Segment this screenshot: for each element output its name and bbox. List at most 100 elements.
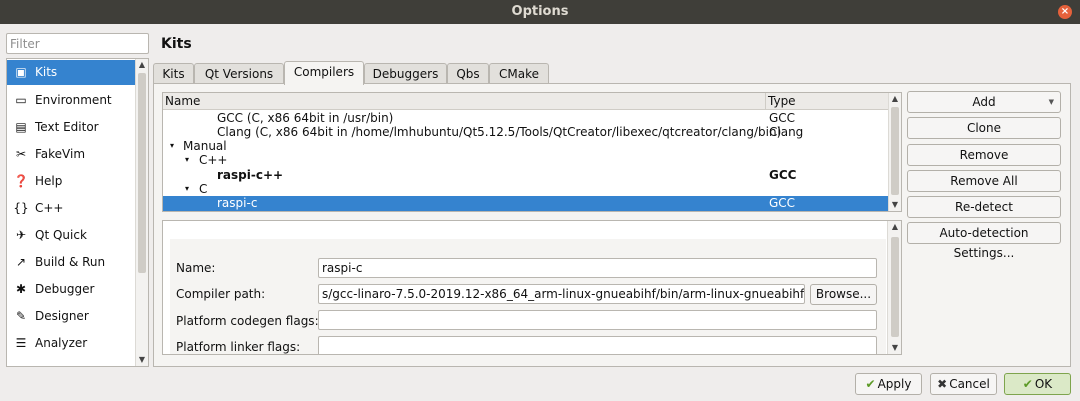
compiler-path-label: Compiler path:: [176, 287, 266, 301]
tab-kits[interactable]: Kits: [153, 63, 194, 84]
tree-row-c[interactable]: ▾ C: [163, 182, 889, 196]
expand-arrow-icon[interactable]: ▾: [185, 153, 189, 167]
title-bar: Options ×: [0, 0, 1080, 24]
details-scrollbar[interactable]: ▲ ▼: [887, 221, 901, 354]
tab-qbs[interactable]: Qbs: [447, 63, 489, 84]
analyzer-icon: ☰: [15, 336, 27, 350]
name-label: Name:: [176, 261, 216, 275]
sidebar-item-label: Text Editor: [35, 120, 99, 134]
compiler-name: raspi-c: [217, 196, 258, 210]
tab-cmake[interactable]: CMake: [489, 63, 549, 84]
sidebar-item-label: Help: [35, 174, 63, 188]
sidebar-item-debugger[interactable]: ✱ Debugger: [7, 277, 137, 302]
close-icon[interactable]: ×: [1058, 5, 1072, 19]
page-title: Kits: [161, 36, 192, 52]
auto-detection-settings-button[interactable]: Auto-detection Settings...: [907, 222, 1061, 260]
sidebar-item-label: Designer: [35, 309, 89, 323]
add-button[interactable]: Add ▼: [907, 91, 1061, 113]
sidebar-item-help[interactable]: ❓ Help: [7, 169, 137, 194]
browse-button[interactable]: Browse...: [810, 284, 877, 305]
sidebar-item-label: Qt Quick: [35, 228, 87, 242]
sidebar-scrollbar[interactable]: ▲ ▼: [135, 59, 148, 366]
sidebar-item-fakevim[interactable]: ✂ FakeVim: [7, 142, 137, 167]
expand-arrow-icon[interactable]: ▾: [170, 139, 174, 153]
sidebar-item-environment[interactable]: ▭ Environment: [7, 88, 137, 113]
checkmark-icon: ✔: [865, 377, 876, 391]
sidebar-item-text-editor[interactable]: ▤ Text Editor: [7, 115, 137, 140]
cross-icon: ✖: [937, 377, 948, 391]
compiler-name: raspi-c++: [217, 168, 284, 182]
scrollbar-thumb[interactable]: [891, 237, 899, 337]
tab-debuggers[interactable]: Debuggers: [364, 63, 447, 84]
tree-row-manual[interactable]: ▾ Manual: [163, 139, 889, 153]
sidebar-item-label: Kits: [35, 65, 58, 79]
dropdown-arrow-icon: ▼: [1048, 98, 1054, 106]
compiler-type: GCC: [769, 168, 797, 182]
cancel-label: Cancel: [949, 377, 990, 391]
sidebar-item-label: Build & Run: [35, 255, 106, 269]
group-name: C++: [199, 153, 228, 167]
filter-input[interactable]: [6, 33, 149, 54]
tree-row[interactable]: GCC (C, x86 64bit in /usr/bin) GCC: [163, 111, 889, 125]
monitor-icon: ▣: [15, 65, 27, 79]
sidebar-item-designer[interactable]: ✎ Designer: [7, 304, 137, 329]
sidebar-item-label: FakeVim: [35, 147, 86, 161]
codegen-flags-label: Platform codegen flags:: [176, 314, 319, 328]
remove-button[interactable]: Remove: [907, 144, 1061, 166]
apply-label: Apply: [877, 377, 912, 391]
compiler-name: GCC (C, x86 64bit in /usr/bin): [217, 111, 394, 125]
tree-row[interactable]: raspi-c++ GCC: [163, 168, 889, 182]
expand-arrow-icon[interactable]: ▾: [185, 182, 189, 196]
scroll-down-icon[interactable]: ▼: [889, 342, 901, 354]
scroll-down-icon[interactable]: ▼: [136, 354, 148, 366]
tab-qt-versions[interactable]: Qt Versions: [194, 63, 284, 84]
cancel-button[interactable]: ✖ Cancel: [930, 373, 997, 395]
compiler-name: Clang (C, x86 64bit in /home/lmhubuntu/Q…: [217, 125, 782, 139]
sidebar-item-label: C++: [35, 201, 64, 215]
window-title: Options: [511, 4, 569, 19]
name-field[interactable]: raspi-c: [318, 258, 877, 278]
compiler-details: Name: raspi-c Compiler path: s/gcc-linar…: [162, 220, 902, 355]
sidebar-item-label: Environment: [35, 93, 112, 107]
sidebar-item-qt-quick[interactable]: ✈ Qt Quick: [7, 223, 137, 248]
tree-scrollbar[interactable]: ▲ ▼: [888, 93, 901, 211]
tab-compilers[interactable]: Compilers: [284, 61, 364, 85]
tree-row[interactable]: Clang (C, x86 64bit in /home/lmhubuntu/Q…: [163, 125, 889, 139]
add-button-label: Add: [972, 95, 996, 109]
sidebar-item-label: Analyzer: [35, 336, 88, 350]
column-header-type[interactable]: Type: [768, 94, 796, 108]
sidebar-item-cpp[interactable]: {} C++: [7, 196, 137, 221]
sidebar-item-analyzer[interactable]: ☰ Analyzer: [7, 331, 137, 356]
help-icon: ❓: [13, 174, 29, 188]
scroll-up-icon[interactable]: ▲: [889, 221, 901, 233]
compiler-type: GCC: [769, 111, 796, 125]
scroll-up-icon[interactable]: ▲: [136, 59, 148, 71]
tree-header: Name Type: [163, 93, 889, 110]
group-name: C: [199, 182, 208, 196]
scroll-up-icon[interactable]: ▲: [889, 93, 901, 105]
redetect-button[interactable]: Re-detect: [907, 196, 1061, 218]
codegen-flags-field[interactable]: [318, 310, 877, 330]
tree-row-cpp[interactable]: ▾ C++: [163, 153, 889, 167]
scroll-down-icon[interactable]: ▼: [889, 199, 901, 211]
linker-flags-field[interactable]: [318, 336, 877, 354]
category-sidebar: ▣ Kits ▭ Environment ▤ Text Editor ✂ Fak…: [6, 58, 149, 367]
compiler-type: Clang: [769, 125, 804, 139]
tree-row-selected[interactable]: raspi-c GCC: [163, 196, 889, 211]
remove-all-button[interactable]: Remove All: [907, 170, 1061, 192]
scrollbar-thumb[interactable]: [891, 107, 899, 195]
compiler-path-field[interactable]: s/gcc-linaro-7.5.0-2019.12-x86_64_arm-li…: [318, 284, 805, 304]
compiler-type: GCC: [769, 196, 796, 210]
sidebar-item-kits[interactable]: ▣ Kits: [7, 60, 137, 85]
document-icon: ▤: [15, 120, 27, 134]
column-header-name[interactable]: Name: [165, 94, 200, 108]
apply-button[interactable]: ✔ Apply: [855, 373, 922, 395]
scrollbar-thumb[interactable]: [138, 73, 146, 273]
compiler-tree[interactable]: Name Type GCC (C, x86 64bit in /usr/bin)…: [162, 92, 902, 212]
ok-button[interactable]: ✔ OK: [1004, 373, 1071, 395]
sidebar-item-build-run[interactable]: ↗ Build & Run: [7, 250, 137, 275]
display-icon: ▭: [15, 93, 27, 107]
column-separator: [765, 93, 766, 110]
group-name: Manual: [183, 139, 227, 153]
clone-button[interactable]: Clone: [907, 117, 1061, 139]
